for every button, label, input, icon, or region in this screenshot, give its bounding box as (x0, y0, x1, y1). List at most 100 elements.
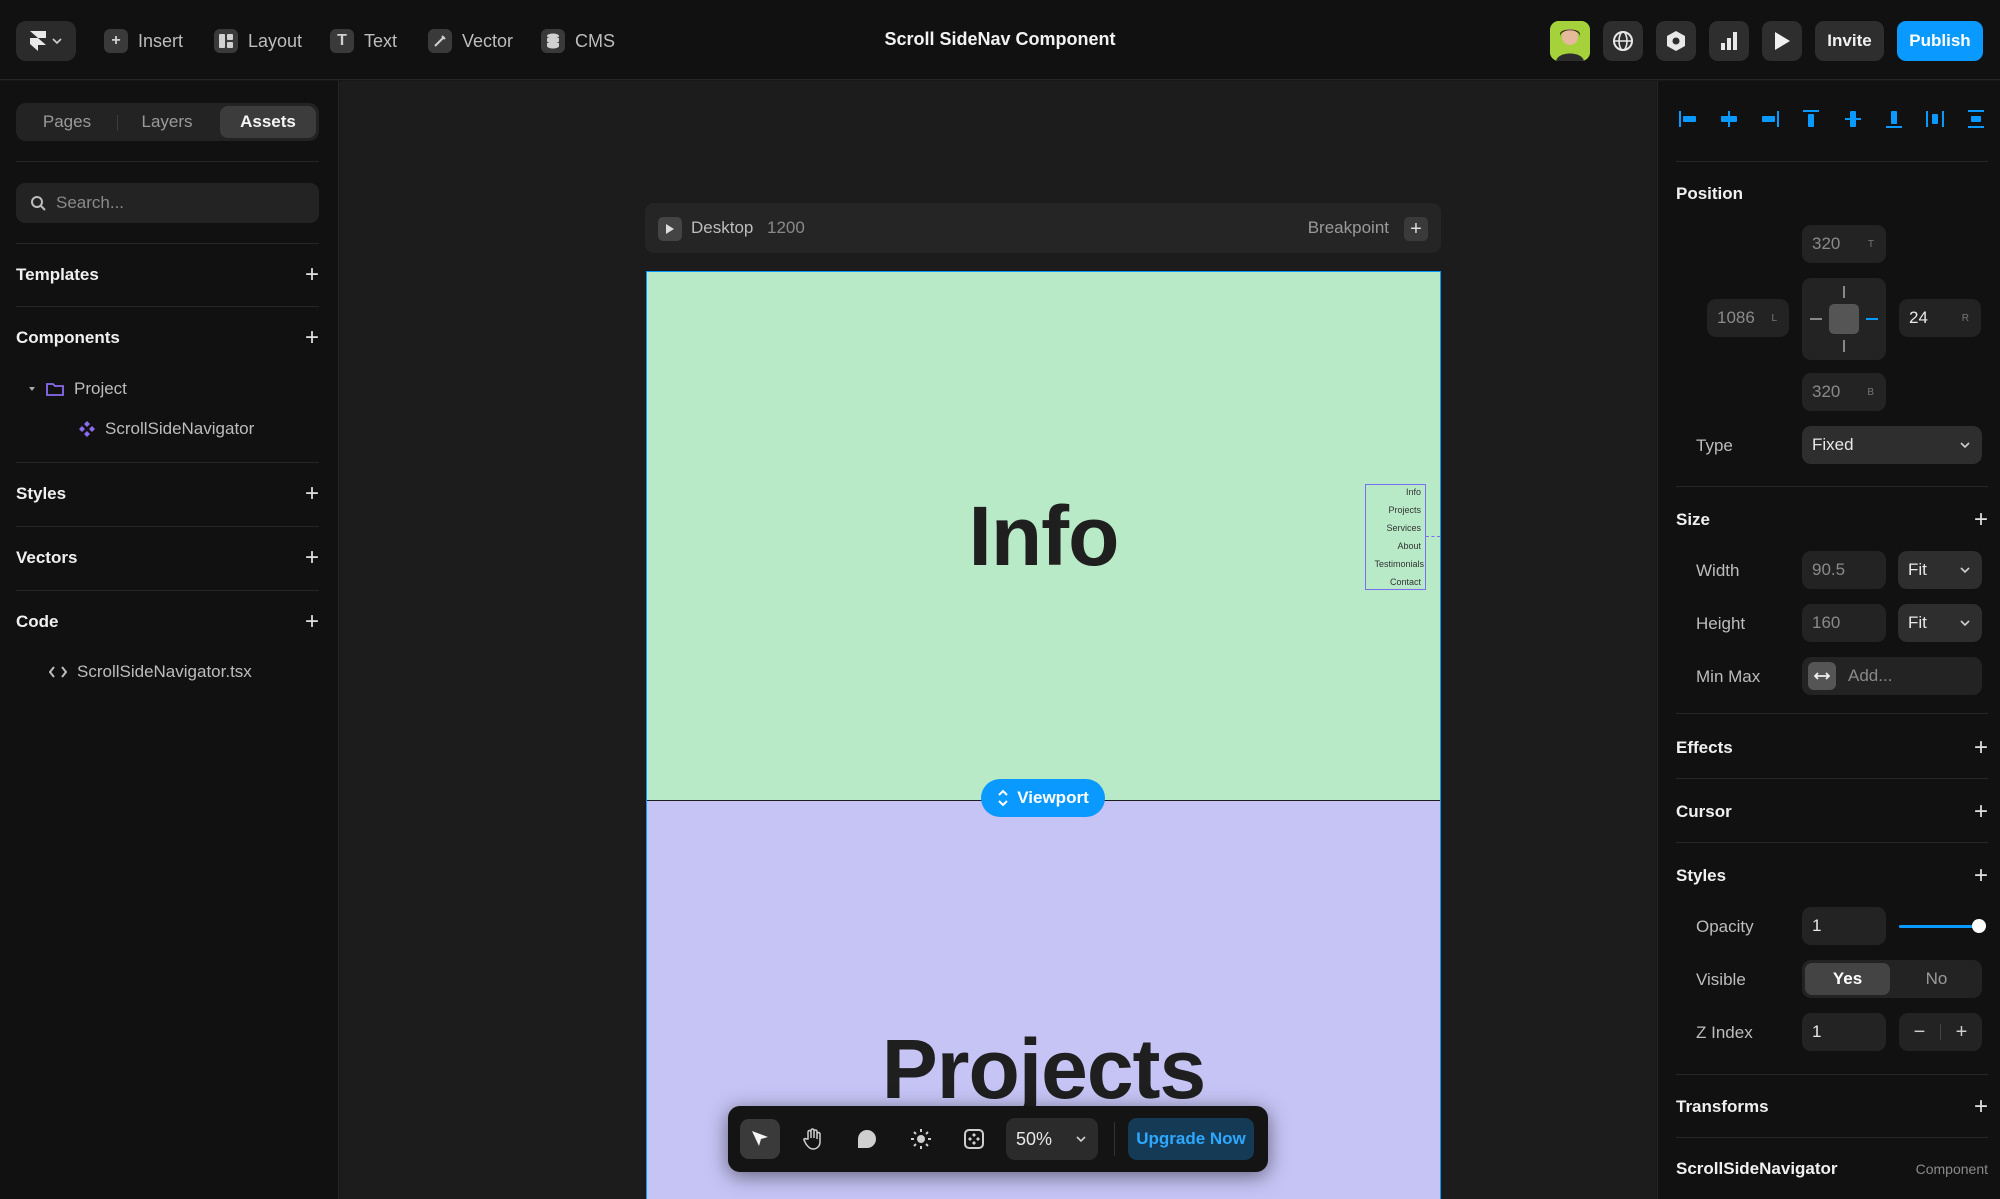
add-transform-icon[interactable]: + (1974, 1095, 1988, 1119)
zindex-stepper[interactable]: − + (1899, 1013, 1982, 1051)
width-label: Width (1696, 561, 1740, 580)
opacity-slider[interactable] (1899, 919, 1986, 933)
invite-button[interactable]: Invite (1815, 21, 1884, 61)
plus-square-icon: + (104, 29, 128, 53)
select-tool[interactable] (740, 1119, 780, 1159)
position-type-select[interactable]: Fixed (1802, 426, 1982, 464)
component-item-scrollsidenavigator[interactable]: ScrollSideNavigator (79, 419, 254, 439)
zindex-decrement-icon[interactable]: − (1899, 1021, 1940, 1044)
info-section[interactable]: Info (647, 272, 1440, 800)
hand-tool[interactable] (793, 1119, 833, 1159)
nav-item-contact[interactable]: Contact (1390, 577, 1421, 587)
avatar[interactable] (1550, 21, 1590, 61)
height-field[interactable]: 160 (1802, 604, 1886, 642)
tab-layers[interactable]: Layers (119, 106, 215, 138)
opacity-field[interactable]: 1 (1802, 907, 1886, 945)
minmax-field[interactable]: Add... (1802, 657, 1982, 695)
zoom-select[interactable]: 50% (1006, 1118, 1098, 1160)
add-vector-icon[interactable]: + (305, 546, 319, 570)
styles-section[interactable]: Styles + (16, 482, 319, 506)
distribute-vertical-icon[interactable] (1964, 107, 1988, 131)
comment-tool[interactable] (847, 1119, 887, 1159)
nav-item-testimonials[interactable]: Testimonials (1374, 559, 1424, 569)
templates-heading: Templates (16, 265, 99, 284)
search-input[interactable]: Search... (16, 183, 319, 223)
position-bottom-field[interactable]: 320 B (1802, 373, 1886, 411)
viewport-button[interactable]: Viewport (981, 779, 1105, 817)
breakpoint-bar: Desktop 1200 Breakpoint + (645, 203, 1441, 253)
distribute-horizontal-icon[interactable] (1923, 107, 1947, 131)
align-right-icon[interactable] (1758, 107, 1782, 131)
globe-icon (1613, 31, 1633, 51)
vectors-section[interactable]: Vectors + (16, 546, 319, 570)
align-left-icon[interactable] (1676, 107, 1700, 131)
position-left-tag: L (1771, 312, 1777, 324)
position-left-value: 1086 (1717, 308, 1755, 327)
tab-assets[interactable]: Assets (220, 106, 316, 138)
width-field[interactable]: 90.5 (1802, 551, 1886, 589)
add-style-icon[interactable]: + (1974, 864, 1988, 888)
visible-yes-option[interactable]: Yes (1805, 963, 1890, 995)
visible-no-option[interactable]: No (1894, 963, 1979, 995)
framer-menu-button[interactable] (16, 21, 76, 61)
code-file-item[interactable]: ScrollSideNavigator.tsx (49, 662, 252, 682)
tab-pages[interactable]: Pages (19, 106, 115, 138)
add-breakpoint-button[interactable]: + (1404, 217, 1428, 241)
opacity-label: Opacity (1696, 917, 1754, 936)
nav-item-info[interactable]: Info (1406, 487, 1421, 497)
text-menu[interactable]: T Text (330, 28, 397, 54)
preview-button[interactable] (1762, 21, 1802, 61)
position-left-field[interactable]: 1086 L (1707, 299, 1789, 337)
add-size-icon[interactable]: + (1974, 508, 1988, 532)
theme-toggle[interactable] (901, 1119, 941, 1159)
align-bottom-icon[interactable] (1882, 107, 1906, 131)
height-mode-select[interactable]: Fit (1898, 604, 1982, 642)
add-code-icon[interactable]: + (305, 610, 319, 634)
settings-button[interactable] (1656, 21, 1696, 61)
component-instance-row[interactable]: ScrollSideNavigator Component (1676, 1159, 1988, 1179)
templates-section[interactable]: Templates + (16, 263, 319, 287)
add-cursor-icon[interactable]: + (1974, 800, 1988, 824)
align-center-vertical-icon[interactable] (1841, 107, 1865, 131)
nav-item-projects[interactable]: Projects (1388, 505, 1421, 515)
add-component-icon[interactable]: + (305, 326, 319, 350)
project-folder[interactable]: Project (28, 379, 127, 399)
position-top-value: 320 (1812, 234, 1841, 253)
canvas[interactable]: Desktop 1200 Breakpoint + Info Info Proj… (340, 81, 1656, 1199)
zindex-field[interactable]: 1 (1802, 1013, 1886, 1051)
layout-menu[interactable]: Layout (214, 28, 302, 54)
preview-breakpoint-button[interactable] (658, 217, 682, 241)
desktop-frame[interactable]: Info Info Projects Services About Testim… (646, 271, 1441, 1199)
search-placeholder: Search... (56, 193, 125, 212)
globe-button[interactable] (1603, 21, 1643, 61)
opacity-slider-thumb[interactable] (1972, 919, 1986, 933)
visible-toggle[interactable]: Yes No (1802, 960, 1982, 998)
constraint-widget[interactable] (1802, 278, 1886, 360)
publish-button[interactable]: Publish (1897, 21, 1983, 61)
width-mode-select[interactable]: Fit (1898, 551, 1982, 589)
effects-heading: Effects (1676, 738, 1733, 757)
add-template-icon[interactable]: + (305, 263, 319, 287)
opacity-slider-fill (1899, 925, 1979, 928)
height-value: 160 (1812, 613, 1841, 632)
add-effect-icon[interactable]: + (1974, 736, 1988, 760)
vector-menu[interactable]: Vector (428, 28, 513, 54)
upgrade-now-button[interactable]: Upgrade Now (1128, 1118, 1254, 1160)
align-top-icon[interactable] (1799, 107, 1823, 131)
nav-item-services[interactable]: Services (1386, 523, 1421, 533)
cms-menu[interactable]: CMS (541, 28, 615, 54)
position-right-field[interactable]: 24 R (1899, 299, 1981, 337)
code-section[interactable]: Code + (16, 610, 319, 634)
zindex-increment-icon[interactable]: + (1941, 1021, 1982, 1044)
nav-item-about[interactable]: About (1397, 541, 1421, 551)
analytics-button[interactable] (1709, 21, 1749, 61)
scroll-side-navigator[interactable]: Info Projects Services About Testimonial… (1365, 484, 1426, 590)
add-style-icon[interactable]: + (305, 482, 319, 506)
plugins-button[interactable] (954, 1119, 994, 1159)
chevron-down-icon (1960, 620, 1970, 626)
components-section[interactable]: Components + (16, 326, 319, 350)
minmax-toggle-icon[interactable] (1808, 662, 1836, 690)
position-top-field[interactable]: 320 T (1802, 225, 1886, 263)
insert-menu[interactable]: + Insert (104, 28, 183, 54)
align-center-horizontal-icon[interactable] (1717, 107, 1741, 131)
